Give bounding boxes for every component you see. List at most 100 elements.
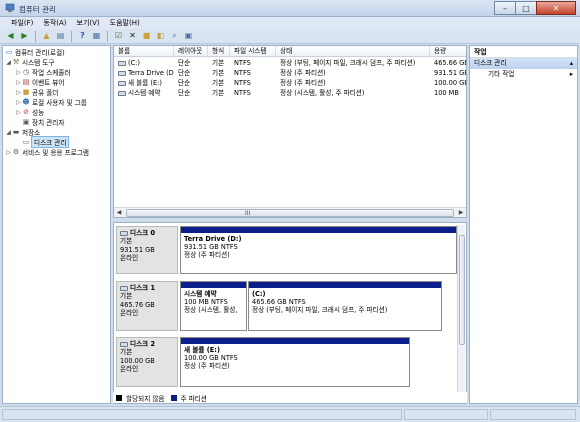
disk-info[interactable]: 디스크 1 기본 465.76 GB 온라인: [116, 281, 178, 331]
maximize-button[interactable]: □: [515, 1, 537, 15]
scrollbar-thumb[interactable]: [459, 235, 465, 345]
tree-item-computer-management[interactable]: ▭ 컴퓨터 관리(로컬): [5, 47, 65, 57]
table-row[interactable]: Terra Drive (D:) 단순 기본 NTFS 정상 (주 파티션) 9…: [114, 68, 467, 78]
vertical-scrollbar[interactable]: [457, 225, 465, 401]
open-folder-icon[interactable]: ◧: [155, 31, 166, 42]
expand-icon[interactable]: ▷: [5, 149, 12, 156]
tree-item-label: 시스템 도구: [22, 59, 55, 67]
layout-cell: 단순: [178, 59, 191, 67]
table-row[interactable]: 시스템 예약 단순 기본 NTFS 정상 (시스템, 활성, 주 파티션) 10…: [114, 88, 466, 98]
column-header-file-system[interactable]: 파일 시스템: [230, 46, 276, 57]
volume-icon: [118, 90, 126, 96]
type-cell: 기본: [212, 59, 225, 67]
disk-icon: [120, 341, 128, 347]
tree-item-storage[interactable]: ◢ ▬ 저장소: [5, 127, 40, 137]
expand-icon[interactable]: ▷: [15, 99, 22, 106]
tree-item-label: 이벤트 뷰어: [32, 79, 65, 87]
up-folder-icon[interactable]: ▲: [41, 31, 52, 42]
partition[interactable]: 시스템 예약 100 MB NTFS 정상 (시스템, 활성,: [180, 281, 247, 331]
menu-bar: 파일(F) 동작(A) 보기(V) 도움말(H): [0, 17, 580, 29]
partition[interactable]: (C:) 465.66 GB NTFS 정상 (부팅, 페이지 파일, 크래시 …: [248, 281, 442, 331]
expand-icon[interactable]: ▷: [15, 89, 22, 96]
tree-item-label: 작업 스케줄러: [32, 69, 71, 77]
table-row[interactable]: 새 볼륨 (E:) 단순 기본 NTFS 정상 (주 파티션) 100.00 G…: [114, 78, 466, 88]
expand-icon[interactable]: ▷: [15, 79, 22, 86]
tree-item-disk-management[interactable]: ▭ 디스크 관리: [22, 136, 70, 148]
column-header-status[interactable]: 상태: [276, 46, 430, 57]
disk-status: 온라인: [120, 254, 139, 263]
tree-item-services-applications[interactable]: ▷ ⚙ 서비스 및 응용 프로그램: [5, 147, 89, 157]
disk-info[interactable]: 디스크 0 기본 931.51 GB 온라인: [116, 226, 178, 274]
collapse-icon[interactable]: ◢: [5, 59, 12, 66]
column-header-type[interactable]: 형식: [208, 46, 230, 57]
back-icon[interactable]: ◀: [5, 31, 16, 42]
delete-icon[interactable]: ✕: [127, 31, 138, 42]
type-cell: 기본: [212, 89, 225, 97]
forward-icon[interactable]: ▶: [19, 31, 30, 42]
actions-section-disk-management[interactable]: 디스크 관리 ▴: [470, 58, 577, 69]
collapse-icon[interactable]: ◢: [5, 129, 12, 136]
show-hide-tree-icon[interactable]: ▤: [55, 31, 66, 42]
capacity-cell: 465.66 GB: [434, 59, 467, 67]
folder-icon[interactable]: ■: [141, 31, 152, 42]
partition[interactable]: 새 볼륨 (E:) 100.00 GB NTFS 정상 (주 파티션): [180, 337, 410, 387]
title-bar: 컴퓨터 관리 – □ ✕: [0, 0, 580, 17]
tree-item-system-tools[interactable]: ◢ ⚒ 시스템 도구: [5, 57, 54, 67]
file-system-cell: NTFS: [234, 69, 251, 77]
disk-icon: ▭: [22, 138, 30, 146]
menu-action[interactable]: 동작(A): [38, 17, 71, 29]
menu-view[interactable]: 보기(V): [72, 17, 105, 29]
type-cell: 기본: [212, 69, 225, 77]
tree-item-event-viewer[interactable]: ▷ ▤ 이벤트 뷰어: [15, 77, 64, 87]
capacity-cell: 931.51 GB: [434, 69, 467, 77]
tree-item-performance[interactable]: ▷ ⊘ 성능: [15, 107, 44, 117]
tree-item-label: 로컬 사용자 및 그룹: [32, 99, 87, 107]
minimize-button[interactable]: –: [494, 1, 516, 15]
scrollbar-thumb[interactable]: III: [126, 209, 454, 217]
actions-title: 작업: [470, 46, 577, 58]
volume-icon: [118, 70, 126, 76]
status-cell: 정상 (주 파티션): [280, 79, 326, 87]
action-more-actions[interactable]: 기타 작업 ▸: [470, 69, 577, 80]
close-button[interactable]: ✕: [536, 1, 576, 15]
column-header-volume[interactable]: 볼륨: [114, 46, 174, 57]
partition[interactable]: Terra Drive (D:) 931.51 GB NTFS 정상 (주 파티…: [180, 226, 457, 274]
column-header-layout[interactable]: 레이아웃: [174, 46, 208, 57]
partition-name: (C:): [252, 290, 266, 298]
capacity-cell: 100 MB: [434, 89, 459, 97]
scroll-left-icon[interactable]: ◀: [114, 208, 124, 217]
actions-section-label: 디스크 관리: [474, 59, 507, 67]
tree-item-local-users[interactable]: ▷ ☻ 로컬 사용자 및 그룹: [15, 97, 87, 107]
column-header-capacity[interactable]: 용량: [430, 46, 466, 57]
status-segment: [2, 409, 402, 420]
console-icon[interactable]: ▦: [91, 31, 102, 42]
collapse-up-icon[interactable]: ▴: [570, 58, 573, 69]
tree-item-task-scheduler[interactable]: ▷ ◷ 작업 스케줄러: [15, 67, 71, 77]
magnify-icon[interactable]: ▣: [183, 31, 194, 42]
disk-info[interactable]: 디스크 2 기본 100.00 GB 온라인: [116, 337, 178, 387]
properties-icon[interactable]: ☑: [113, 31, 124, 42]
disk-status: 온라인: [120, 365, 139, 374]
tree-item-shared-folders[interactable]: ▷ ■ 공유 폴더: [15, 87, 58, 97]
tree-item-device-manager[interactable]: ▣ 장치 관리자: [22, 117, 65, 127]
disk-name: 디스크 1: [130, 284, 156, 292]
submenu-arrow-icon: ▸: [569, 70, 573, 78]
horizontal-scrollbar[interactable]: ◀ III ▶: [114, 207, 466, 217]
volume-icon: [118, 80, 126, 86]
menu-help[interactable]: 도움말(H): [105, 17, 145, 29]
scroll-right-icon[interactable]: ▶: [456, 208, 466, 217]
performance-icon: ⊘: [23, 108, 29, 116]
search-icon[interactable]: ⌕: [169, 31, 180, 42]
computer-management-icon: [5, 3, 15, 12]
menu-file[interactable]: 파일(F): [6, 17, 38, 29]
users-icon: ☻: [22, 98, 30, 106]
volume-icon: [118, 60, 126, 66]
expand-icon[interactable]: ▷: [15, 69, 22, 76]
expand-icon[interactable]: ▷: [15, 109, 22, 116]
help-icon[interactable]: ?: [77, 31, 88, 42]
tree-item-label: 저장소: [22, 129, 41, 137]
scrollbar-grip: III: [245, 210, 251, 217]
disk-name: 디스크 0: [130, 229, 156, 237]
type-cell: 기본: [212, 79, 225, 87]
table-row[interactable]: (C:) 단순 기본 NTFS 정상 (부팅, 페이지 파일, 크래시 덤프, …: [114, 58, 467, 68]
